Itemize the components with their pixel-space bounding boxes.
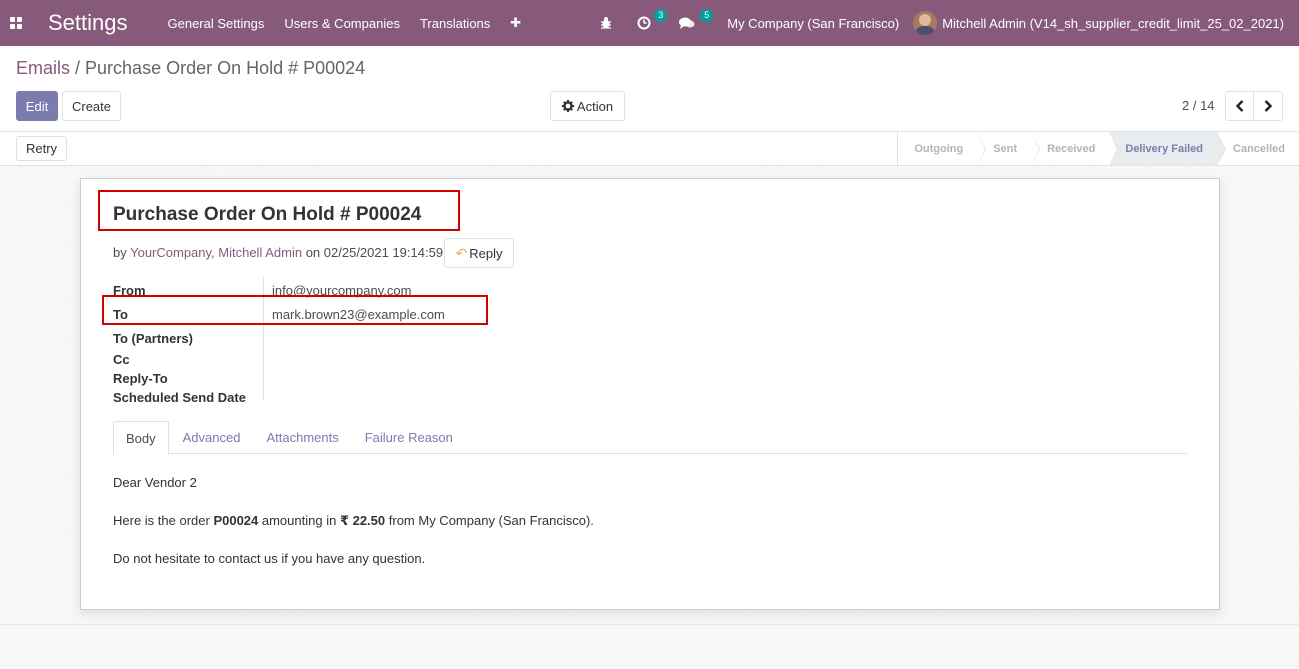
apps-menu-icon[interactable] xyxy=(0,0,32,46)
pager-next-button[interactable] xyxy=(1253,91,1283,121)
reply-button[interactable]: ↶ Reply xyxy=(444,238,514,268)
field-label-to-partners: To (Partners) xyxy=(113,330,193,346)
bottom-area xyxy=(0,624,1299,669)
body-line-suffix: from My Company (San Francisco). xyxy=(385,513,594,528)
avatar xyxy=(913,11,938,35)
field-to-partners: To (Partners) xyxy=(113,326,445,350)
tab-body[interactable]: Body xyxy=(113,421,169,455)
email-body: Dear Vendor 2 Here is the order P00024 a… xyxy=(113,473,594,587)
body-order-line: Here is the order P00024 amounting in ₹ … xyxy=(113,511,594,530)
top-navbar: Settings General Settings Users & Compan… xyxy=(0,0,1299,46)
user-menu[interactable]: Mitchell Admin (V14_sh_supplier_credit_l… xyxy=(913,11,1299,35)
body-line-mid: amounting in xyxy=(258,513,340,528)
messages-count-badge: 5 xyxy=(700,9,714,22)
menu-general-settings[interactable]: General Settings xyxy=(158,16,275,31)
field-label-reply-to: Reply-To xyxy=(113,371,168,386)
email-authors[interactable]: YourCompany, Mitchell Admin xyxy=(130,245,302,260)
field-cc: Cc xyxy=(113,350,445,369)
breadcrumb-separator: / xyxy=(70,58,86,78)
tab-failure-reason[interactable]: Failure Reason xyxy=(353,421,465,454)
action-label: Action xyxy=(576,98,614,114)
email-byline: by YourCompany, Mitchell Admin on 02/25/… xyxy=(113,245,443,260)
stage-delivery-failed[interactable]: Delivery Failed xyxy=(1109,132,1226,166)
menu-translations[interactable]: Translations xyxy=(410,16,500,31)
status-stages: Outgoing Sent Received Delivery Failed C… xyxy=(897,132,1299,166)
by-prefix: by xyxy=(113,245,131,260)
tab-attachments[interactable]: Attachments xyxy=(254,421,350,454)
plus-icon[interactable]: ✚ xyxy=(500,15,531,31)
breadcrumb: Emails / Purchase Order On Hold # P00024 xyxy=(16,58,365,79)
notebook-tabs: Body Advanced Attachments Failure Reason xyxy=(113,421,1187,455)
pager-previous-button[interactable] xyxy=(1225,91,1254,121)
breadcrumb-current: Purchase Order On Hold # P00024 xyxy=(85,58,366,78)
chevron-right-icon xyxy=(1264,100,1273,112)
debug-icon[interactable] xyxy=(587,0,625,46)
breadcrumb-emails[interactable]: Emails xyxy=(16,58,70,78)
stage-outgoing[interactable]: Outgoing xyxy=(898,132,987,166)
field-scheduled-date: Scheduled Send Date xyxy=(113,388,445,407)
body-line-prefix: Here is the order xyxy=(113,513,214,528)
field-label-scheduled-date: Scheduled Send Date xyxy=(113,390,246,405)
field-reply-to: Reply-To xyxy=(113,369,445,388)
app-title[interactable]: Settings xyxy=(48,10,128,36)
on-prefix: on xyxy=(302,245,324,260)
highlight-box-to xyxy=(102,295,488,325)
pager-value[interactable]: 2 / 14 xyxy=(1182,98,1215,113)
retry-button[interactable]: Retry xyxy=(16,136,67,161)
company-switcher[interactable]: My Company (San Francisco) xyxy=(713,16,913,31)
control-panel: Emails / Purchase Order On Hold # P00024… xyxy=(0,46,1299,132)
edit-button[interactable]: Edit xyxy=(16,91,58,121)
body-amount: ₹ 22.50 xyxy=(339,513,386,528)
create-button[interactable]: Create xyxy=(62,91,121,121)
stage-cancelled[interactable]: Cancelled xyxy=(1217,132,1299,165)
systray: 3 5 My Company (San Francisco) Mitchell … xyxy=(587,0,1299,46)
tab-advanced[interactable]: Advanced xyxy=(171,421,253,454)
activity-count-badge: 3 xyxy=(654,9,668,22)
form-sheet: Purchase Order On Hold # P00024 by YourC… xyxy=(80,178,1220,610)
body-closing: Do not hesitate to contact us if you hav… xyxy=(113,551,426,566)
body-greeting: Dear Vendor 2 xyxy=(113,475,197,490)
status-bar: Retry Outgoing Sent Received Delivery Fa… xyxy=(0,132,1299,166)
body-order-ref: P00024 xyxy=(213,513,259,528)
chevron-left-icon xyxy=(1235,100,1243,112)
highlight-box-subject xyxy=(98,190,460,231)
reply-label: Reply xyxy=(469,245,503,261)
activity-clock-icon[interactable]: 3 xyxy=(625,0,668,46)
email-date: 02/25/2021 19:14:59 xyxy=(323,245,444,260)
action-button[interactable]: Action xyxy=(550,91,625,121)
reply-arrow-icon: ↶ xyxy=(455,244,468,261)
menu-users-companies[interactable]: Users & Companies xyxy=(274,16,410,31)
user-name: Mitchell Admin (V14_sh_supplier_credit_l… xyxy=(942,15,1284,31)
messages-icon[interactable]: 5 xyxy=(667,0,714,46)
field-label-cc: Cc xyxy=(113,352,130,367)
stage-received[interactable]: Received xyxy=(1031,132,1119,166)
gear-icon xyxy=(561,100,574,112)
main-menu: General Settings Users & Companies Trans… xyxy=(158,15,532,31)
